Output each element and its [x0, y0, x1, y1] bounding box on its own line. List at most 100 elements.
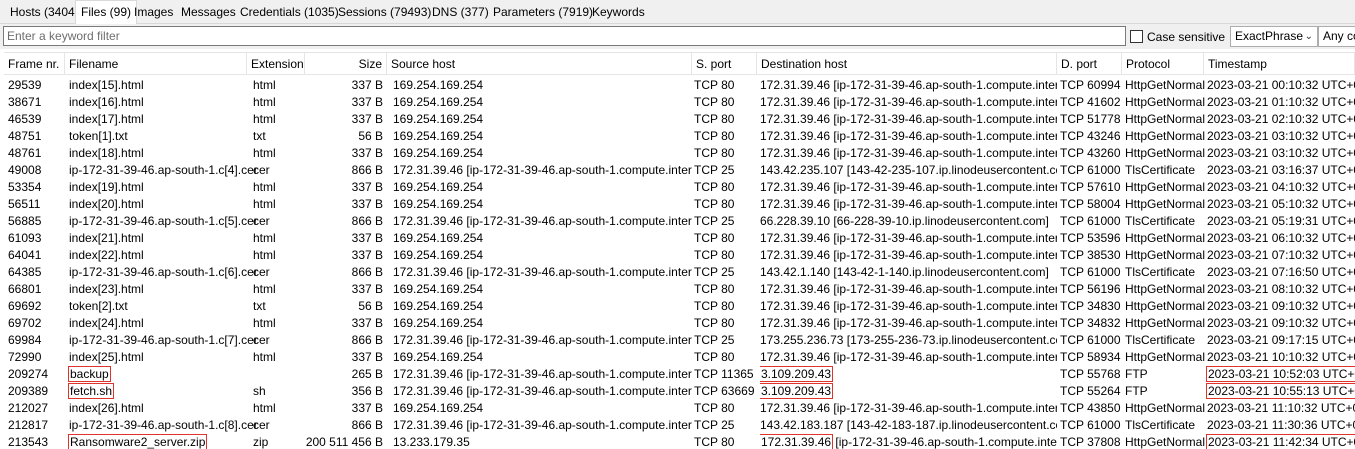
cell-sport: TCP 80 [694, 112, 735, 126]
cell-proto: HttpGetNormal [1125, 299, 1206, 313]
case-sensitive-checkbox[interactable] [1130, 30, 1143, 43]
cell-size: 337 B [351, 78, 383, 92]
column-header-ext[interactable]: Extension [247, 53, 305, 75]
column-header-frame[interactable]: Frame nr. [4, 53, 65, 75]
tab-dns[interactable]: DNS (377) [426, 2, 495, 23]
cell-sport: TCP 80 [694, 248, 735, 262]
cell-ext: cer [253, 265, 270, 279]
cell-dst: 172.31.39.46 [ip-172-31-39-46.ap-south-1… [760, 78, 1057, 92]
column-header-sport[interactable]: S. port [692, 53, 757, 75]
cell-dport: TCP 61000 [1060, 265, 1121, 279]
cell-size: 337 B [351, 248, 383, 262]
tab-keywords[interactable]: Keywords [586, 2, 651, 23]
cell-frame: 64041 [8, 248, 42, 262]
cell-size: 56 B [358, 299, 383, 313]
cell-proto: TlsCertificate [1125, 333, 1196, 347]
tab-parameters[interactable]: Parameters (7919) [487, 2, 599, 23]
cell-sport: TCP 25 [694, 214, 735, 228]
cell-ts: 2023-03-21 09:10:32 UTC+00 [1207, 316, 1355, 330]
cell-proto: HttpGetNormal [1125, 180, 1206, 194]
cell-frame: 69692 [8, 299, 42, 313]
table-row[interactable]: 61093 index[21].html html 337 B 169.254.169.… [4, 230, 1355, 247]
cell-src: 169.254.169.254 [393, 146, 484, 160]
tab-credentials[interactable]: Credentials (1035) [234, 2, 345, 23]
table-row[interactable]: 48751 token[1].txt txt 56 B 169.254.169.254 T… [4, 128, 1355, 145]
cell-frame: 209389 [8, 384, 49, 398]
cell-dst: 172.31.39.46 [ip-172-31-39-46.ap-south-1… [760, 231, 1057, 245]
table-row[interactable]: 38671 index[16].html html 337 B 169.254.169.… [4, 94, 1355, 111]
cell-sport: TCP 80 [694, 146, 735, 160]
cell-filename: ip-172-31-39-46.ap-south-1.c[4].cer [69, 163, 258, 177]
cell-proto: HttpGetNormal [1125, 197, 1206, 211]
cell-src: 169.254.169.254 [393, 350, 484, 364]
table-row[interactable]: 213543 Ransomware2_server.zip zip 200 511 4… [4, 434, 1355, 449]
column-header-dst[interactable]: Destination host [757, 53, 1057, 75]
tab-hosts[interactable]: Hosts (3404) [4, 2, 85, 23]
table-row[interactable]: 209274 backup 265 B 172.31.39.46 [ip-172-31… [4, 366, 1355, 383]
table-row[interactable]: 29539 index[15].html html 337 B 169.254.169.… [4, 77, 1355, 94]
table-row[interactable]: 69702 index[24].html html 337 B 169.254.169.… [4, 315, 1355, 332]
cell-ext: cer [253, 333, 270, 347]
table-row[interactable]: 209389 fetch.sh sh 356 B 172.31.39.46 [ip-17… [4, 383, 1355, 400]
keyword-filter-input[interactable] [3, 26, 1126, 46]
column-header-dport[interactable]: D. port [1057, 53, 1122, 75]
cell-ext: html [253, 180, 276, 194]
cell-dport: TCP 43246 [1060, 129, 1121, 143]
cell-dst: 172.31.39.46 [ip-172-31-39-46.ap-south-1… [760, 146, 1057, 160]
case-sensitive-toggle[interactable]: Case sensitive [1130, 28, 1225, 45]
cell-dport: TCP 41602 [1060, 95, 1121, 109]
table-row[interactable]: 46539 index[17].html html 337 B 169.254.169.… [4, 111, 1355, 128]
cell-frame: 69984 [8, 333, 42, 347]
cell-sport: TCP 80 [694, 282, 735, 296]
cell-dst: 143.42.183.187 [143-42-183-187.ip.linode… [760, 418, 1057, 432]
table-row[interactable]: 49008 ip-172-31-39-46.ap-south-1.c[4].cer… [4, 162, 1355, 179]
column-header-src[interactable]: Source host [387, 53, 692, 75]
column-header-filename[interactable]: Filename [65, 53, 247, 75]
table-row[interactable]: 66801 index[23].html html 337 B 169.254.169.… [4, 281, 1355, 298]
column-header-ts[interactable]: Timestamp [1204, 53, 1355, 75]
cell-src: 169.254.169.254 [393, 248, 484, 262]
table-row[interactable]: 212817 ip-172-31-39-46.ap-south-1.c[8].ce… [4, 417, 1355, 434]
cell-frame: 69702 [8, 316, 42, 330]
cell-src: 13.233.179.35 [393, 435, 470, 449]
column-scope-select[interactable]: Any col [1318, 26, 1355, 47]
table-header: Frame nr. Filename Extension Size Source hos… [4, 53, 1355, 75]
cell-dst: 3.109.209.43 [760, 366, 1057, 383]
table-row[interactable]: 72990 index[25].html html 337 B 169.254.169.… [4, 349, 1355, 366]
table-row[interactable]: 64041 index[22].html html 337 B 169.254.169.… [4, 247, 1355, 264]
cell-src: 169.254.169.254 [393, 316, 484, 330]
cell-proto: HttpGetNormal [1125, 231, 1206, 245]
cell-dst: 172.31.39.46 [ip-172-31-39-46.ap-south-1… [760, 112, 1057, 126]
table-body: 29539 index[15].html html 337 B 169.254.169.… [4, 77, 1355, 449]
match-mode-select[interactable]: ExactPhrase ⌄ [1230, 26, 1318, 47]
table-row[interactable]: 69984 ip-172-31-39-46.ap-south-1.c[7].cer… [4, 332, 1355, 349]
cell-size: 337 B [351, 282, 383, 296]
table-row[interactable]: 56885 ip-172-31-39-46.ap-south-1.c[5].cer… [4, 213, 1355, 230]
cell-filename: index[22].html [69, 248, 144, 262]
table-row[interactable]: 69692 token[2].txt txt 56 B 169.254.169.254 T… [4, 298, 1355, 315]
cell-frame: 46539 [8, 112, 42, 126]
cell-filename: index[21].html [69, 231, 144, 245]
tab-sessions[interactable]: Sessions (79493) [332, 2, 437, 23]
column-header-size[interactable]: Size [305, 53, 387, 75]
column-header-proto[interactable]: Protocol [1122, 53, 1204, 75]
cell-sport: TCP 25 [694, 333, 735, 347]
table-row[interactable]: 212027 index[26].html html 337 B 169.254.169… [4, 400, 1355, 417]
cell-dport: TCP 43260 [1060, 146, 1121, 160]
cell-filename: ip-172-31-39-46.ap-south-1.c[6].cer [69, 265, 258, 279]
table-row[interactable]: 48761 index[18].html html 337 B 169.254.169.… [4, 145, 1355, 162]
table-row[interactable]: 64385 ip-172-31-39-46.ap-south-1.c[6].cer… [4, 264, 1355, 281]
cell-proto: HttpGetNormal [1125, 129, 1206, 143]
tab-messages[interactable]: Messages [175, 2, 242, 23]
tab-images[interactable]: Images [128, 2, 179, 23]
table-row[interactable]: 53354 index[19].html html 337 B 169.254.169.… [4, 179, 1355, 196]
cell-dst: 66.228.39.10 [66-228-39-10.ip.linodeuser… [760, 214, 1049, 228]
cell-filename: backup [68, 366, 247, 383]
cell-proto: HttpGetNormal [1125, 112, 1206, 126]
table-row[interactable]: 56511 index[20].html html 337 B 169.254.169.… [4, 196, 1355, 213]
cell-proto: TlsCertificate [1125, 163, 1196, 177]
cell-frame: 56511 [8, 197, 41, 211]
cell-ts: 2023-03-21 02:10:32 UTC+00 [1207, 112, 1355, 126]
cell-sport: TCP 80 [694, 129, 735, 143]
cell-frame: 48761 [8, 146, 42, 160]
